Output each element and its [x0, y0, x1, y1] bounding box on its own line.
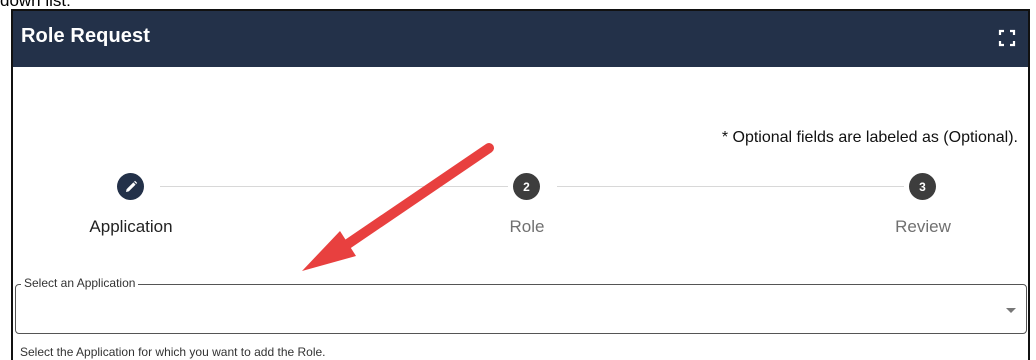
application-select-helper: Select the Application for which you wan…	[20, 345, 326, 359]
step-review-number: 3	[919, 179, 926, 194]
pencil-icon	[125, 180, 137, 192]
step-application-indicator[interactable]	[117, 173, 144, 200]
step-role-indicator[interactable]: 2	[513, 173, 540, 200]
step-role-number: 2	[523, 179, 530, 194]
step-role-label: Role	[509, 217, 545, 236]
application-select[interactable]: Select an Application	[15, 276, 1027, 334]
stepper-connector	[160, 186, 508, 187]
panel-title: Role Request	[21, 25, 151, 47]
panel-header: Role Request	[13, 11, 1028, 67]
role-request-panel: Role Request * Optional fields are label…	[11, 9, 1030, 360]
step-review-indicator[interactable]: 3	[909, 173, 936, 200]
step-application-label: Application	[89, 217, 173, 236]
step-review-label: Review	[895, 217, 951, 236]
stepper-connector	[557, 186, 904, 187]
application-select-label: Select an Application	[21, 276, 139, 290]
fullscreen-expand-icon[interactable]	[998, 29, 1016, 47]
caret-down-icon[interactable]	[1006, 308, 1016, 313]
optional-fields-note: * Optional fields are labeled as (Option…	[721, 129, 1018, 146]
